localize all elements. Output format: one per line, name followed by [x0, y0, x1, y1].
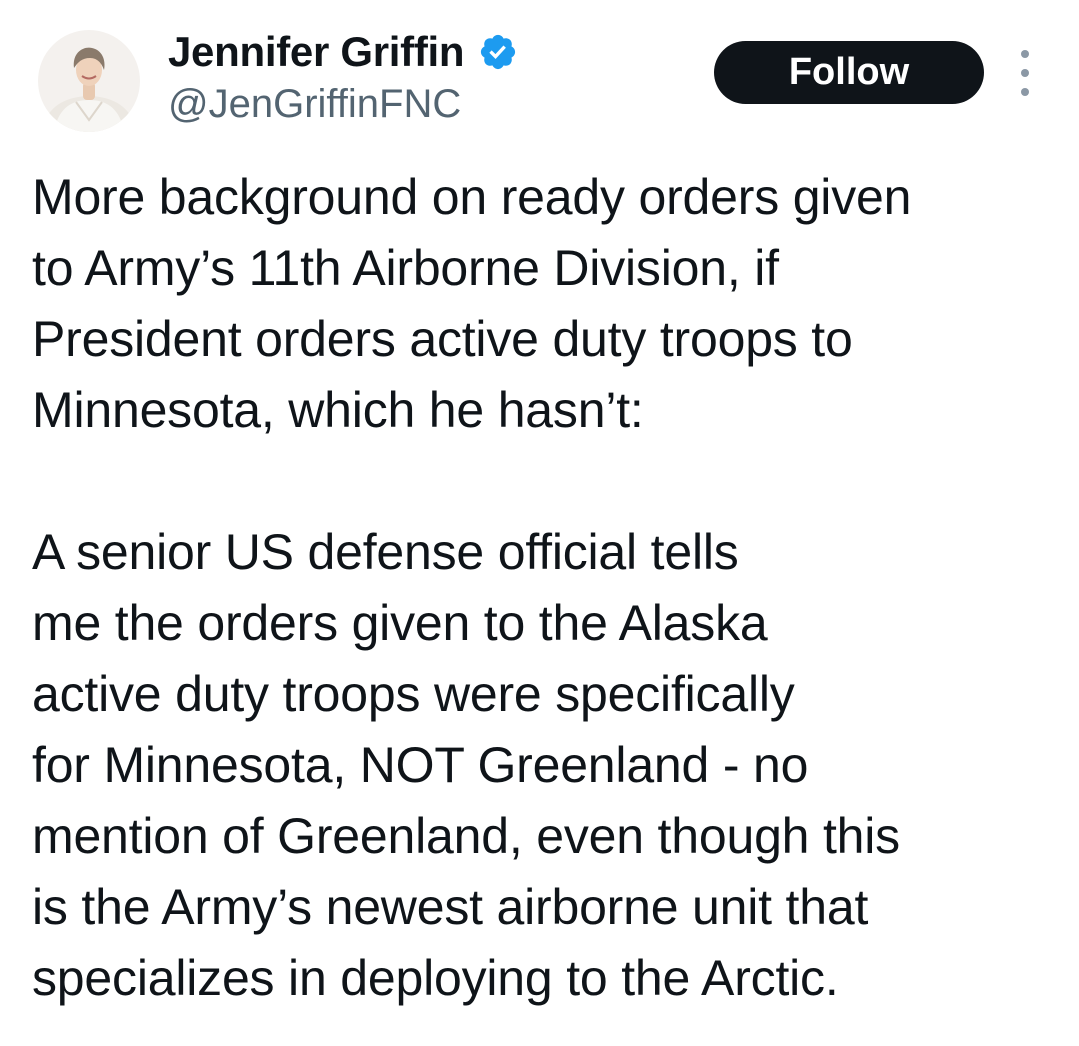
tweet-text: More background on ready orders given to… — [32, 162, 1052, 1014]
tweet-line: Minnesota, which he hasn’t: — [32, 382, 644, 438]
more-dot — [1021, 50, 1029, 58]
tweet-line: for Minnesota, NOT Greenland - no — [32, 737, 809, 793]
tweet-line: More background on ready orders given — [32, 169, 912, 225]
author-name[interactable]: Jennifer Griffin — [168, 28, 465, 76]
tweet-line: specializes in deploying to the Arctic. — [32, 950, 839, 1006]
tweet-line: is the Army’s newest airborne unit that — [32, 879, 869, 935]
avatar-image — [38, 30, 140, 132]
verified-badge-icon — [478, 32, 518, 72]
follow-button[interactable]: Follow — [714, 41, 984, 104]
tweet-line: President orders active duty troops to — [32, 311, 853, 367]
more-dot — [1021, 69, 1029, 77]
tweet-line: to Army’s 11th Airborne Division, if — [32, 240, 779, 296]
avatar[interactable] — [38, 30, 140, 132]
author-handle[interactable]: @JenGriffinFNC — [168, 82, 461, 127]
tweet-line: A senior US defense official tells — [32, 524, 739, 580]
tweet-line: me the orders given to the Alaska — [32, 595, 768, 651]
more-dot — [1021, 88, 1029, 96]
author-name-row[interactable]: Jennifer Griffin — [168, 26, 518, 78]
tweet: Jennifer Griffin @JenGriffinFNC Follow M… — [0, 0, 1079, 1046]
tweet-line: mention of Greenland, even though this — [32, 808, 900, 864]
more-vertical-icon[interactable] — [1012, 50, 1038, 96]
tweet-line: active duty troops were specifically — [32, 666, 795, 722]
